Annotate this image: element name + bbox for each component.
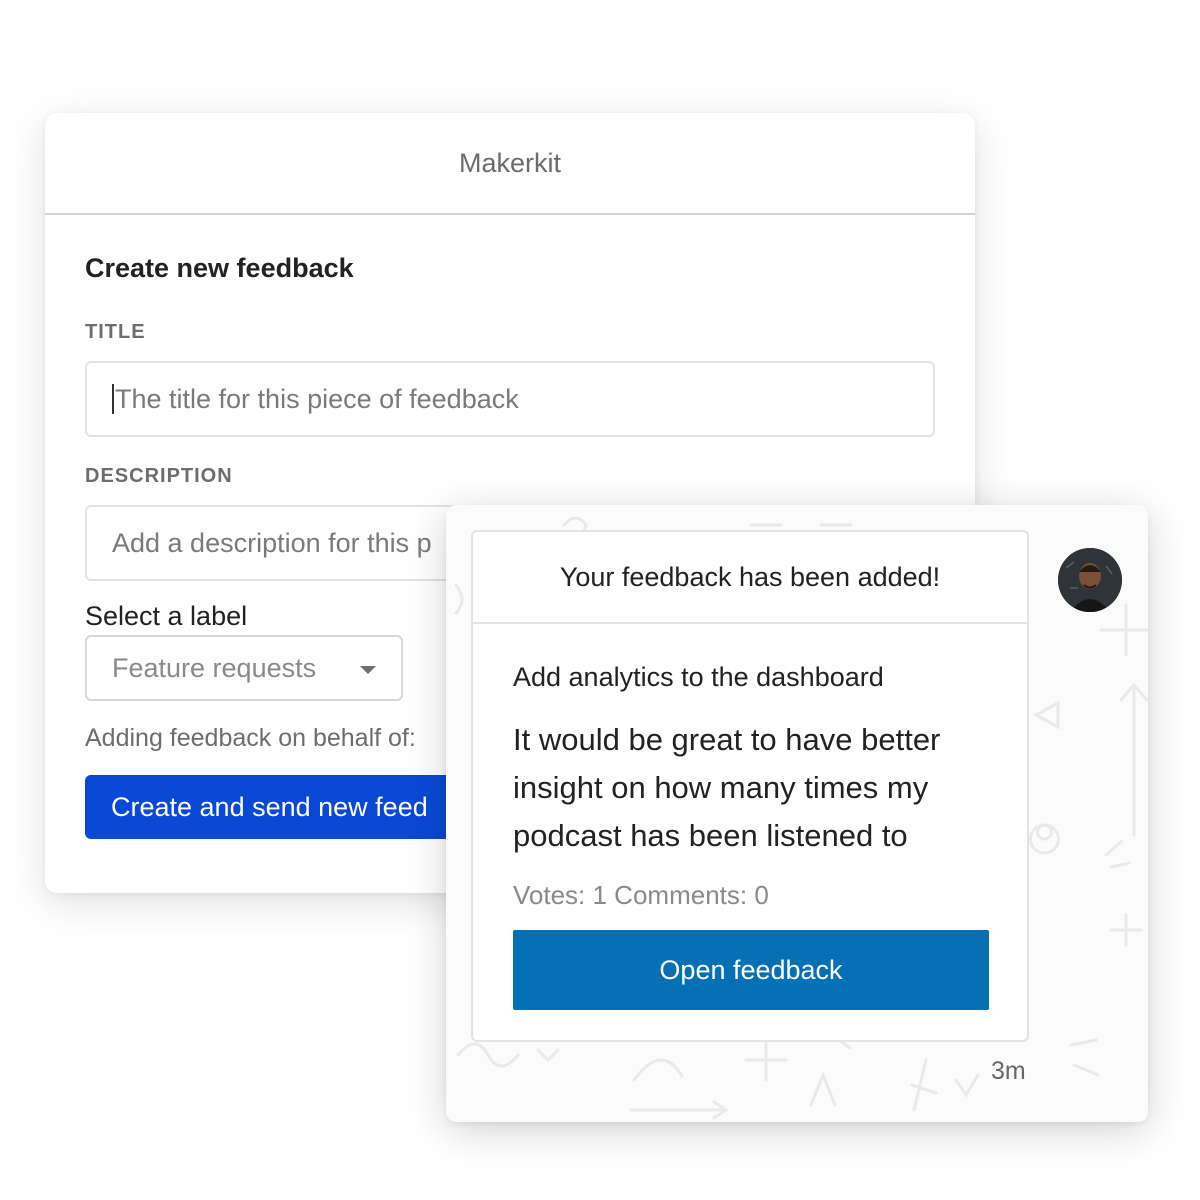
card-header: Your feedback has been added! [473, 532, 1027, 624]
text-caret [112, 384, 114, 414]
label-select-value: Feature requests [112, 652, 317, 683]
chevron-down-icon [360, 666, 376, 674]
feedback-card: Your feedback has been added! Add analyt… [471, 530, 1029, 1042]
feedback-stats: Votes: 1 Comments: 0 [513, 880, 769, 910]
title-placeholder: The title for this piece of feedback [115, 383, 519, 414]
behalf-text: Adding feedback on behalf of: [85, 724, 416, 752]
select-label-heading: Select a label [85, 601, 248, 631]
notification-header: Your feedback has been added! [559, 561, 941, 592]
title-input[interactable]: The title for this piece of feedback [85, 361, 935, 437]
feedback-title: Add analytics to the dashboard [513, 662, 884, 692]
label-select[interactable]: Feature requests [85, 635, 403, 701]
description-label: DESCRIPTION [85, 465, 233, 487]
description-placeholder: Add a description for this p [112, 527, 432, 558]
create-feedback-button[interactable]: Create and send new feed [85, 775, 505, 839]
description-input[interactable]: Add a description for this p [85, 505, 505, 581]
title-label: TITLE [85, 321, 146, 343]
feedback-description: It would be great to have better insight… [513, 722, 941, 853]
notification-time: 3m [991, 1057, 1026, 1085]
open-feedback-button[interactable]: Open feedback [513, 930, 989, 1010]
app-title: Makerkit [458, 147, 561, 178]
feedback-notification-panel: Your feedback has been added! Add analyt… [446, 505, 1148, 1122]
window-header: Makerkit [45, 113, 975, 215]
form-heading: Create new feedback [85, 253, 354, 283]
user-avatar [1058, 548, 1122, 612]
avatar-icon [1058, 548, 1122, 612]
